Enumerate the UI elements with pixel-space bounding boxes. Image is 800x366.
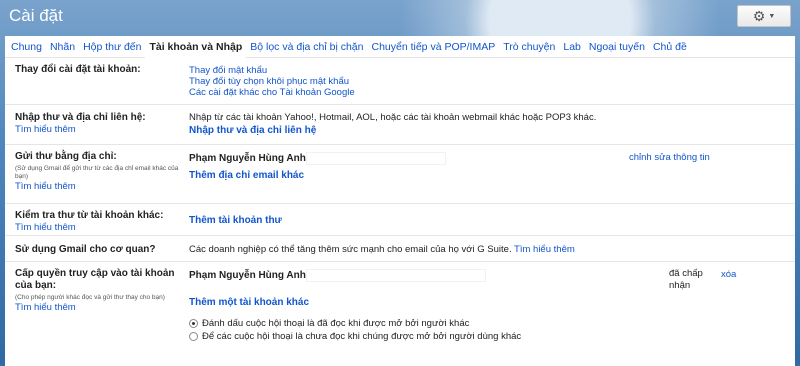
settings-menu-button[interactable]: ⚙ ▼: [737, 5, 791, 27]
row-change-account: Thay đổi cài đặt tài khoản: Thay đổi mật…: [5, 58, 795, 105]
radio-button[interactable]: [189, 319, 198, 328]
change-recovery-link[interactable]: Thay đổi tùy chọn khôi phục mật khẩu: [189, 76, 795, 87]
row-label: Nhập thư và địa chỉ liên hệ:: [15, 112, 146, 123]
row-grant-access: Cấp quyền truy cập vào tài khoản của bạn…: [5, 262, 795, 357]
row-label: Gửi thư bằng địa chỉ:: [15, 151, 117, 162]
row-check-mail: Kiểm tra thư từ tài khoản khác: Tìm hiểu…: [5, 204, 795, 236]
radio-label: Đánh dấu cuộc hội thoại là đã đọc khi đư…: [202, 317, 470, 329]
chevron-down-icon: ▼: [768, 12, 776, 20]
delegate-name: Phạm Nguyễn Hùng Anh: [189, 269, 306, 281]
add-mail-account-button[interactable]: Thêm tài khoản thư: [189, 215, 795, 226]
row-import: Nhập thư và địa chỉ liên hệ: Tìm hiểu th…: [5, 105, 795, 145]
tab-labs[interactable]: Lab: [559, 36, 585, 58]
row-sublabel: (Cho phép người khác đọc và gửi thư thay…: [15, 294, 165, 301]
radio-mark-read[interactable]: Đánh dấu cuộc hội thoại là đã đọc khi đư…: [189, 317, 795, 330]
row-label: Cấp quyền truy cập vào tài khoản của bạn…: [15, 268, 175, 291]
sender-name: Phạm Nguyễn Hùng Anh: [189, 152, 306, 164]
add-another-account-button[interactable]: Thêm một tài khoản khác: [189, 297, 795, 308]
tab-forwarding[interactable]: Chuyển tiếp và POP/IMAP: [367, 36, 499, 58]
page-title: Cài đặt: [9, 6, 63, 25]
tab-inbox[interactable]: Hộp thư đến: [79, 36, 145, 58]
change-password-link[interactable]: Thay đổi mật khẩu: [189, 65, 795, 76]
edit-info-link[interactable]: chỉnh sửa thông tin: [629, 152, 710, 163]
add-email-address-button[interactable]: Thêm địa chỉ email khác: [189, 170, 795, 181]
email-address-redacted: [305, 151, 446, 165]
tab-chat[interactable]: Trò chuyện: [499, 36, 559, 58]
radio-label: Để các cuộc hội thoại là chưa đọc khi ch…: [202, 330, 522, 342]
row-label: Kiểm tra thư từ tài khoản khác:: [15, 210, 164, 221]
import-description: Nhập từ các tài khoản Yahoo!, Hotmail, A…: [189, 112, 597, 123]
import-mail-button[interactable]: Nhập thư và địa chỉ liên hệ: [189, 125, 795, 136]
learn-more-link[interactable]: Tìm hiểu thêm: [15, 181, 185, 192]
tab-accounts-import[interactable]: Tài khoản và Nhập: [145, 35, 247, 58]
learn-more-link[interactable]: Tìm hiểu thêm: [15, 124, 185, 135]
learn-more-link[interactable]: Tìm hiểu thêm: [514, 244, 575, 255]
row-label: Thay đổi cài đặt tài khoản:: [15, 64, 141, 75]
business-description: Các doanh nghiệp có thể tăng thêm sức mạ…: [189, 244, 512, 255]
radio-leave-unread[interactable]: Để các cuộc hội thoại là chưa đọc khi ch…: [189, 330, 795, 343]
header: Cài đặt ⚙ ▼: [0, 0, 800, 36]
row-label: Sử dụng Gmail cho cơ quan?: [15, 244, 156, 255]
row-business: Sử dụng Gmail cho cơ quan? Các doanh ngh…: [5, 236, 795, 262]
tab-themes[interactable]: Chủ đề: [649, 36, 691, 58]
tab-filters[interactable]: Bộ lọc và địa chỉ bị chặn: [246, 36, 367, 58]
gear-icon: ⚙: [752, 8, 766, 24]
learn-more-link[interactable]: Tìm hiểu thêm: [15, 222, 185, 233]
delete-link[interactable]: xóa: [721, 269, 736, 280]
status-badge: đã chấp nhận: [669, 268, 703, 291]
email-address-redacted: [305, 268, 486, 282]
settings-tabs: Chung Nhãn Hộp thư đến Tài khoản và Nhập…: [5, 35, 795, 58]
google-account-settings-link[interactable]: Các cài đặt khác cho Tài khoản Google: [189, 87, 795, 98]
learn-more-link[interactable]: Tìm hiểu thêm: [15, 302, 185, 313]
row-sublabel: (Sử dụng Gmail để gửi thư từ các địa chỉ…: [15, 165, 179, 180]
tab-general[interactable]: Chung: [7, 36, 46, 58]
tab-offline[interactable]: Ngoại tuyến: [585, 36, 649, 58]
row-send-as: Gửi thư bằng địa chỉ: (Sử dụng Gmail để …: [5, 145, 795, 204]
tab-labels[interactable]: Nhãn: [46, 36, 79, 58]
settings-panel: Chung Nhãn Hộp thư đến Tài khoản và Nhập…: [5, 35, 795, 366]
radio-button[interactable]: [189, 332, 198, 341]
